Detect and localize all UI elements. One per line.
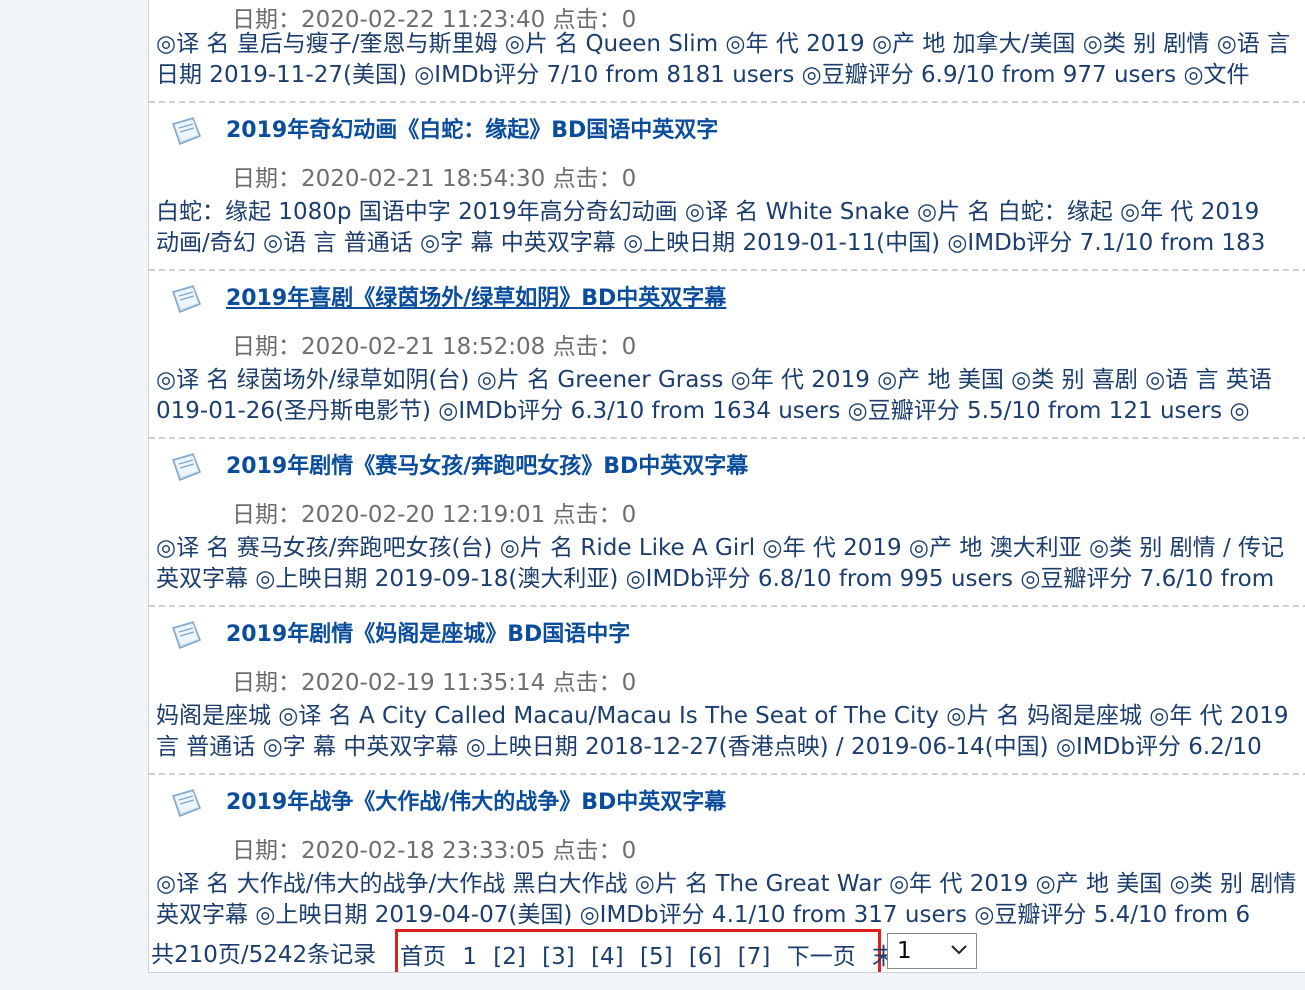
post-description-line: 英双字幕 ◎上映日期 2019-09-18(澳大利亚) ◎IMDb评分 6.8/… (156, 566, 1275, 592)
post-description-line: 英双字幕 ◎上映日期 2019-04-07(美国) ◎IMDb评分 4.1/10… (156, 902, 1251, 928)
page-link-5[interactable]: [5] (640, 944, 673, 970)
divider (149, 101, 1305, 103)
post-description-line: 白蛇：缘起 1080p 国语中字 2019年高分奇幻动画 ◎译 名 White … (156, 199, 1260, 225)
post-description-line: ◎译 名 皇后与瘦子/奎恩与斯里姆 ◎片 名 Queen Slim ◎年 代 2… (156, 31, 1291, 57)
article-list-panel: 日期：2020-02-22 11:23:40 点击：0 ◎译 名 皇后与瘦子/奎… (148, 0, 1305, 973)
post-description-line: ◎译 名 赛马女孩/奔跑吧女孩(台) ◎片 名 Ride Like A Girl… (156, 535, 1284, 561)
document-icon (172, 453, 201, 481)
pagination: 共210页/5242条记录 首页 1 [2] [3] [4] [5] [6] [… (149, 929, 1305, 972)
page-select-value: 1 (897, 938, 912, 964)
post-description-line: 动画/奇幻 ◎语 言 普通话 ◎字 幕 中英双字幕 ◎上映日期 2019-01-… (156, 230, 1266, 256)
post-title-link[interactable]: 2019年剧情《妈阁是座城》BD国语中字 (226, 618, 630, 652)
divider (149, 605, 1305, 607)
page-link-3[interactable]: [3] (542, 944, 575, 970)
post-title-link[interactable]: 2019年喜剧《绿茵场外/绿草如阴》BD中英双字幕 (226, 282, 726, 316)
post-date: 日期：2020-02-21 18:54:30 点击：0 (232, 166, 637, 192)
post-description-line: 日期 2019-11-27(美国) ◎IMDb评分 7/10 from 8181… (156, 62, 1250, 88)
post-description-line: 言 普通话 ◎字 幕 中英双字幕 ◎上映日期 2018-12-27(香港点映) … (156, 734, 1262, 760)
next-page-link[interactable]: 下一页 (787, 944, 856, 970)
document-icon (172, 789, 201, 817)
chevron-down-icon (951, 945, 967, 955)
pagination-links: 首页 1 [2] [3] [4] [5] [6] [7] 下一页 末页 (395, 929, 918, 972)
divider (149, 773, 1305, 775)
post-description-line: 019-01-26(圣丹斯电影节) ◎IMDb评分 6.3/10 from 16… (156, 398, 1250, 424)
page-link-2[interactable]: [2] (493, 944, 526, 970)
page-link-6[interactable]: [6] (689, 944, 722, 970)
document-icon (172, 621, 201, 649)
post-date: 日期：2020-02-18 23:33:05 点击：0 (232, 838, 637, 864)
post-date: 日期：2020-02-21 18:52:08 点击：0 (232, 334, 637, 360)
record-count: 共210页/5242条记录 (151, 942, 377, 968)
first-page-link[interactable]: 首页 (400, 944, 446, 970)
document-icon (172, 285, 201, 313)
post-title-link[interactable]: 2019年战争《大作战/伟大的战争》BD中英双字幕 (226, 786, 726, 820)
divider (149, 437, 1305, 439)
post-description-line: 妈阁是座城 ◎译 名 A City Called Macau/Macau Is … (156, 703, 1289, 729)
page-link-7[interactable]: [7] (738, 944, 771, 970)
post-title-link[interactable]: 2019年奇幻动画《白蛇：缘起》BD国语中英双字 (226, 114, 718, 148)
post-date: 日期：2020-02-19 11:35:14 点击：0 (232, 670, 637, 696)
current-page: 1 (462, 944, 477, 970)
divider (149, 269, 1305, 271)
post-description-line: ◎译 名 绿茵场外/绿草如阴(台) ◎片 名 Greener Grass ◎年 … (156, 367, 1272, 393)
post-date: 日期：2020-02-20 12:19:01 点击：0 (232, 502, 637, 528)
post-description-line: ◎译 名 大作战/伟大的战争/大作战 黑白大作战 ◎片 名 The Great … (156, 871, 1297, 897)
post-title-link[interactable]: 2019年剧情《赛马女孩/奔跑吧女孩》BD中英双字幕 (226, 450, 748, 484)
page-select[interactable]: 1 (887, 933, 977, 969)
document-icon (172, 117, 201, 145)
page-link-4[interactable]: [4] (591, 944, 624, 970)
